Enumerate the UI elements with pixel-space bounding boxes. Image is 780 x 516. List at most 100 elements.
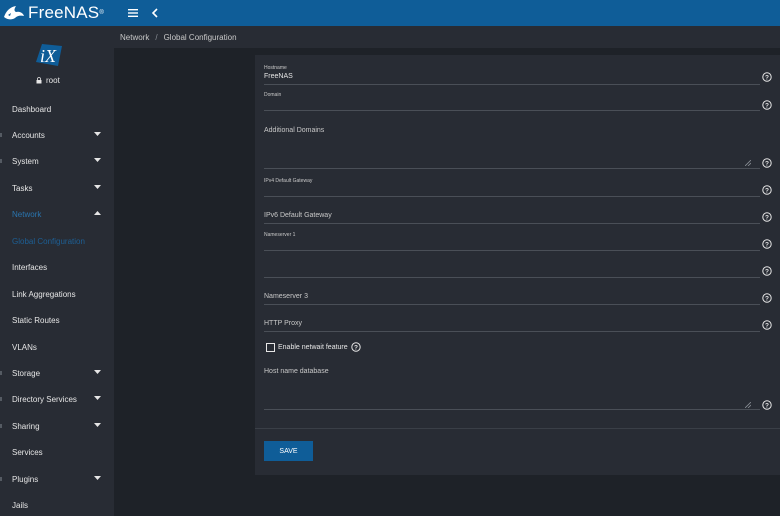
input-underline (264, 110, 760, 111)
caret-down-icon (94, 476, 101, 480)
chevron-left-icon[interactable] (150, 7, 160, 19)
resize-handle-icon[interactable] (745, 402, 751, 408)
help-icon[interactable]: ? (350, 342, 361, 352)
sidebar-item-link-aggregations[interactable]: Link Aggregations (0, 281, 114, 307)
nameserver-3-label: Nameserver 3 (264, 293, 308, 300)
sidebar-item-label: Sharing (12, 421, 40, 431)
save-button[interactable]: SAVE (264, 441, 313, 461)
netwait-row: Enable netwait feature ? (266, 342, 361, 352)
user-info[interactable]: root (36, 76, 60, 85)
help-icon[interactable]: ? (762, 266, 772, 276)
sidebar-item-system[interactable]: System (0, 148, 114, 174)
breadcrumb-parent[interactable]: Network (120, 33, 149, 42)
sidebar-item-accounts[interactable]: Accounts (0, 122, 114, 148)
freenas-logo[interactable]: FreeNAS ® (2, 2, 104, 24)
sidebar-item-label: Services (12, 447, 43, 457)
sidebar-item-vlans[interactable]: VLANs (0, 334, 114, 360)
help-icon[interactable]: ? (762, 212, 772, 222)
nameserver-1-field[interactable]: Nameserver 1 (264, 232, 760, 252)
breadcrumb-current: Global Configuration (163, 32, 237, 42)
lock-icon (36, 77, 42, 84)
hamburger-menu-icon[interactable] (127, 7, 139, 19)
sidebar-item-storage[interactable]: Storage (0, 360, 114, 386)
sidebar-item-directory-services[interactable]: Directory Services (0, 386, 114, 412)
domain-label: Domain (264, 92, 282, 98)
sidebar-item-jails[interactable]: Jails (0, 492, 114, 516)
svg-text:?: ? (354, 344, 358, 351)
sidebar-item-interfaces[interactable]: Interfaces (0, 254, 114, 280)
help-icon[interactable]: ? (762, 185, 772, 195)
top-bar: FreeNAS ® (0, 0, 780, 26)
sidebar-item-label: Global Configuration (12, 236, 85, 246)
nameserver-1-label: Nameserver 1 (264, 232, 296, 238)
caret-down-icon (94, 132, 101, 136)
host-name-database-field[interactable]: Host name database (264, 368, 760, 410)
input-underline (264, 84, 760, 85)
help-icon[interactable]: ? (762, 293, 772, 303)
ipv6-gateway-field[interactable]: IPv6 Default Gateway (264, 212, 760, 224)
username: root (46, 76, 60, 85)
help-icon[interactable]: ? (762, 158, 772, 168)
caret-down-icon (94, 185, 101, 189)
sidebar-item-static-routes[interactable]: Static Routes (0, 307, 114, 333)
help-icon[interactable]: ? (762, 100, 772, 110)
sidebar-item-label: Accounts (12, 130, 45, 140)
bullet (0, 397, 2, 401)
global-configuration-form: Hostname FreeNAS ? Domain ? Additional D… (255, 55, 780, 475)
help-icon[interactable]: ? (762, 400, 772, 410)
sidebar-item-dashboard[interactable]: Dashboard (0, 96, 114, 122)
ipv6-gateway-label: IPv6 Default Gateway (264, 212, 332, 219)
svg-text:?: ? (765, 187, 769, 194)
bullet (0, 133, 2, 137)
sidebar-item-network[interactable]: Network (0, 201, 114, 227)
sidebar-item-tasks[interactable]: Tasks (0, 175, 114, 201)
input-underline (264, 304, 760, 305)
svg-text:?: ? (765, 268, 769, 275)
input-underline (264, 223, 760, 224)
bullet (0, 159, 2, 163)
caret-down-icon (94, 370, 101, 374)
input-underline (264, 250, 760, 251)
help-icon[interactable]: ? (762, 239, 772, 249)
input-underline (264, 196, 760, 197)
breadcrumb: Network / Global Configuration (114, 26, 780, 48)
caret-down-icon (94, 158, 101, 162)
sidebar-item-label: System (12, 156, 39, 166)
nameserver-2-field[interactable] (264, 260, 760, 278)
help-icon[interactable]: ? (762, 72, 772, 82)
sidebar-item-label: Network (12, 209, 42, 219)
http-proxy-field[interactable]: HTTP Proxy (264, 320, 760, 332)
hostname-field[interactable]: Hostname FreeNAS (264, 65, 760, 85)
svg-text:?: ? (765, 322, 769, 329)
netwait-label[interactable]: Enable netwait feature (278, 344, 348, 351)
domain-field[interactable]: Domain (264, 92, 760, 112)
sidebar-item-label: Static Routes (12, 315, 60, 325)
nameserver-3-field[interactable]: Nameserver 3 (264, 293, 760, 305)
help-icon[interactable]: ? (762, 320, 772, 330)
form-divider (255, 428, 780, 429)
sidebar-item-label: Jails (12, 500, 29, 510)
sidebar-item-plugins[interactable]: Plugins (0, 466, 114, 492)
brand-name: FreeNAS (28, 3, 100, 22)
hostname-input[interactable]: FreeNAS (264, 73, 293, 80)
resize-handle-icon[interactable] (745, 160, 751, 166)
additional-domains-field[interactable]: Additional Domains (264, 127, 760, 169)
sidebar-item-label: Storage (12, 368, 41, 378)
netwait-checkbox[interactable] (266, 342, 275, 352)
svg-text:?: ? (765, 74, 769, 81)
sidebar-item-sharing[interactable]: Sharing (0, 413, 114, 439)
sidebar-item-label: Dashboard (12, 104, 52, 114)
breadcrumb-separator: / (155, 32, 158, 42)
sidebar-item-services[interactable]: Services (0, 439, 114, 465)
ipv4-gateway-field[interactable]: IPv4 Default Gateway (264, 178, 760, 198)
caret-down-icon (94, 423, 101, 427)
ipv4-gateway-label: IPv4 Default Gateway (264, 178, 313, 184)
additional-domains-label: Additional Domains (264, 127, 325, 134)
svg-text:?: ? (765, 402, 769, 409)
sidebar-item-global-configuration[interactable]: Global Configuration (0, 228, 114, 254)
sidebar-item-label: Link Aggregations (12, 289, 76, 299)
sidebar-item-label: Plugins (12, 474, 39, 484)
sidebar-item-label: Interfaces (12, 262, 48, 272)
bullet (0, 477, 2, 481)
sidebar-item-label: Directory Services (12, 394, 77, 404)
